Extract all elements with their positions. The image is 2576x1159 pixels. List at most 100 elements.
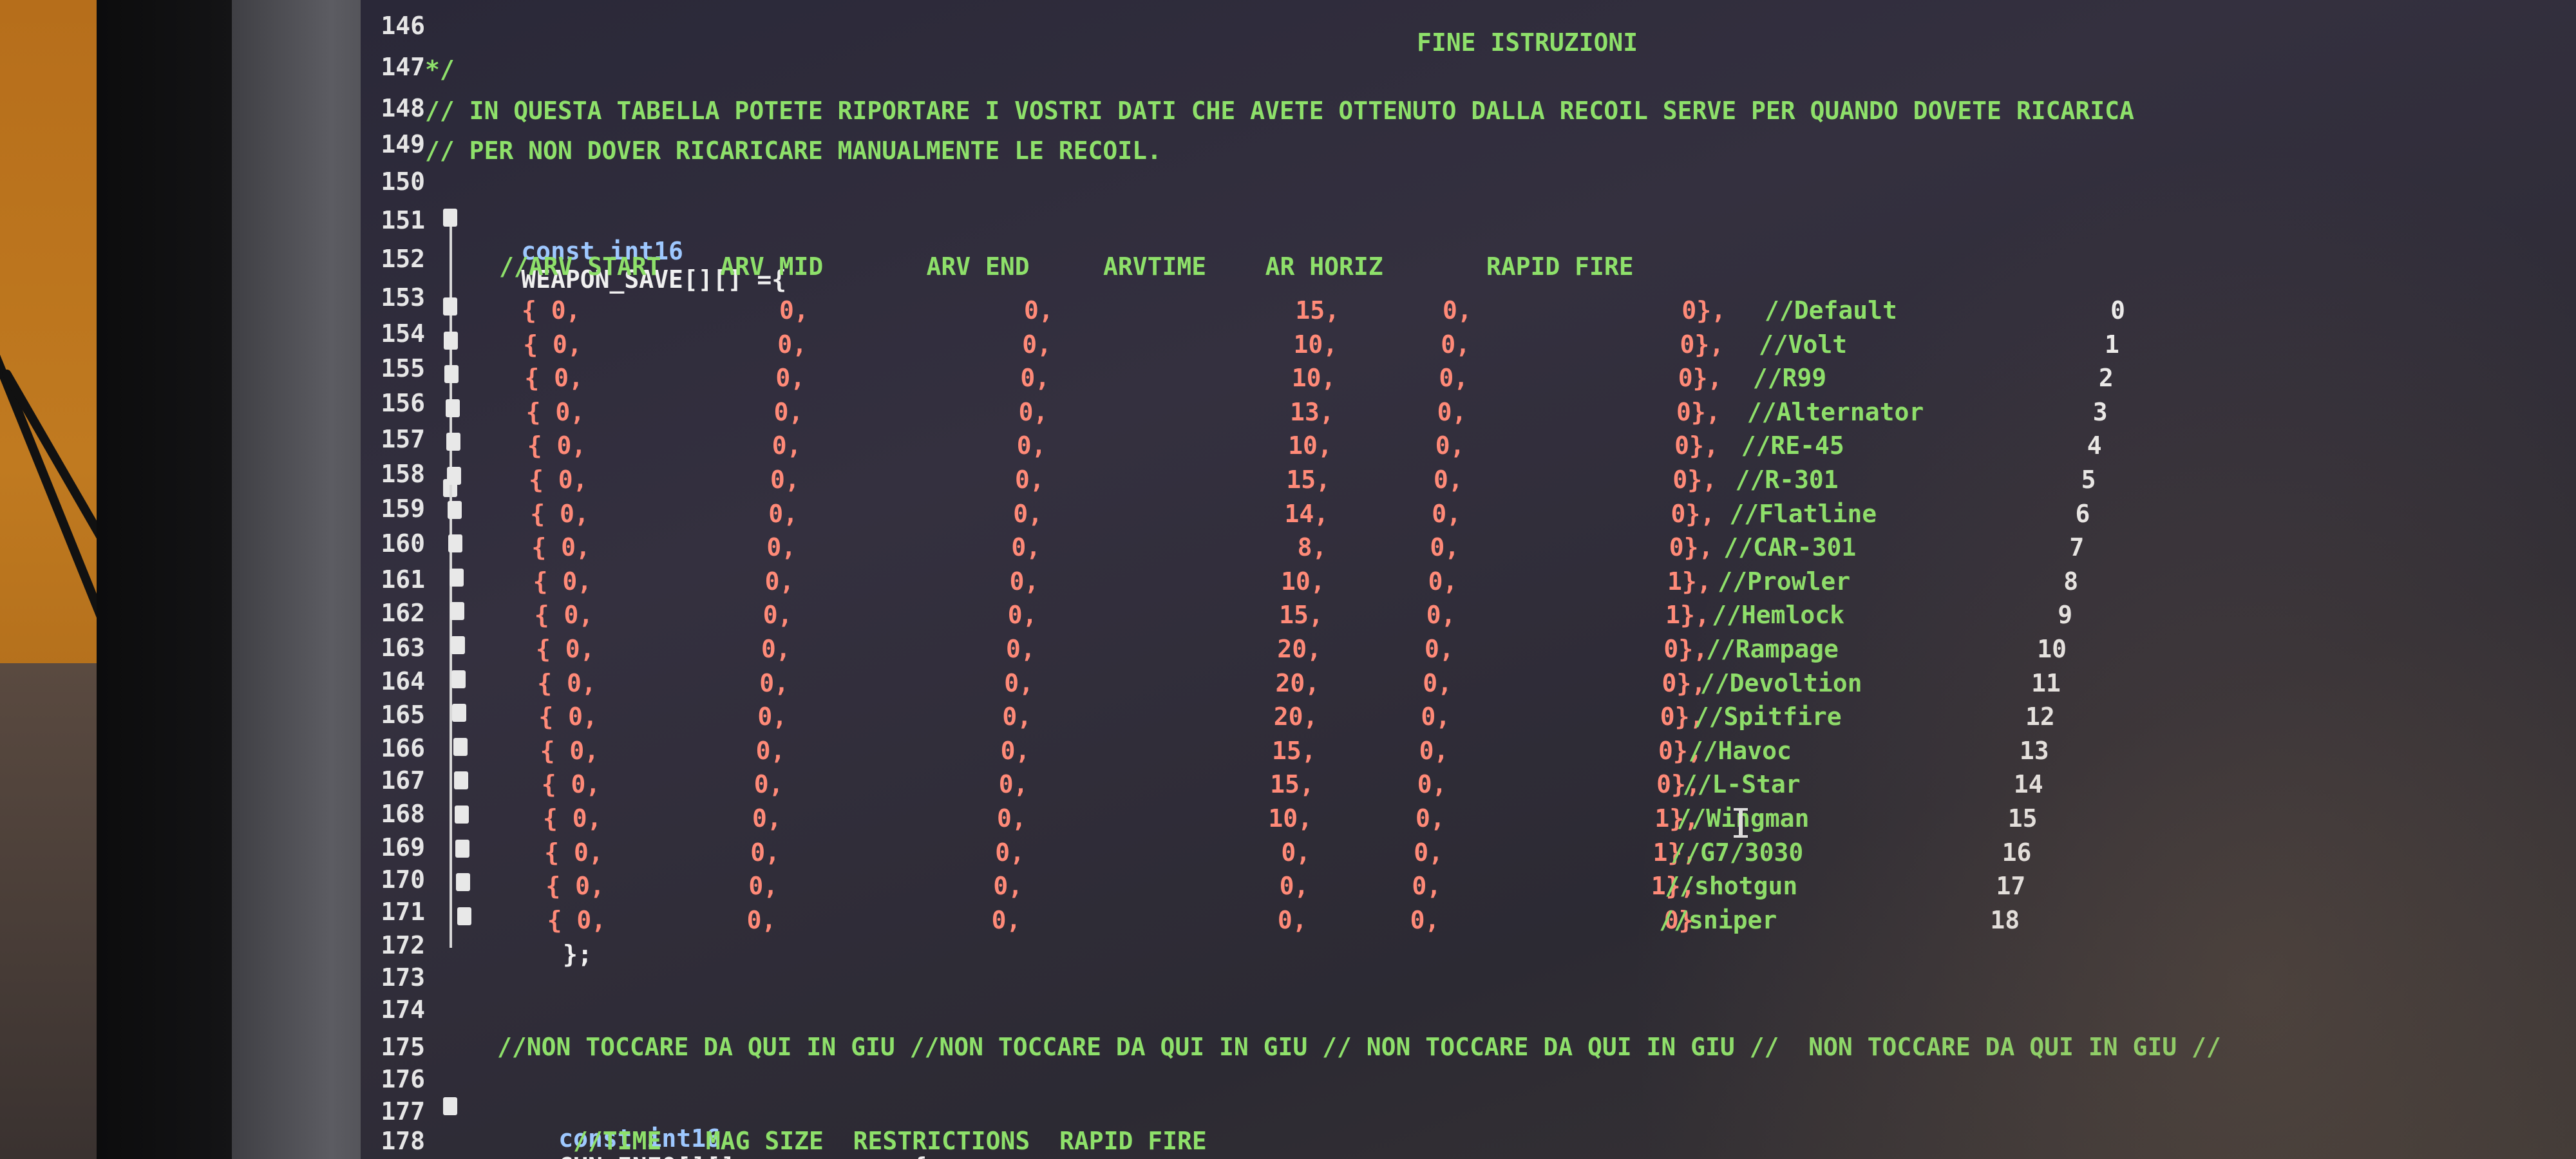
fold-toggle-icon[interactable]	[453, 737, 468, 756]
fold-toggle-icon[interactable]	[455, 806, 469, 824]
weapon-row-comment: //G7/3030	[1671, 838, 1804, 867]
fold-toggle-icon[interactable]	[451, 636, 465, 654]
weapon-row-c3: 0,	[1016, 431, 1046, 460]
weapon-row-c1: { 0,	[538, 702, 598, 731]
weapon-row-c2: 0,	[772, 431, 802, 460]
weapon-row-c4: 0,	[1277, 905, 1307, 934]
fold-toggle-icon[interactable]	[451, 670, 466, 688]
weapon-row-c5: 0,	[1417, 770, 1447, 799]
weapon-row-c2: 0,	[768, 499, 798, 528]
fold-toggle-icon[interactable]	[445, 399, 460, 417]
weapon-row-c4: 10,	[1280, 567, 1325, 596]
weapon-row-c5: 0,	[1437, 397, 1467, 426]
weapon-row-c2: 0,	[753, 770, 784, 799]
weapon-row-comment: //sniper	[1659, 905, 1777, 934]
weapon-row-comment: //Hemlock	[1712, 601, 1844, 630]
weapon-row-idx: 15	[2007, 804, 2038, 833]
fold-toggle-icon[interactable]	[447, 467, 461, 485]
fold-toggle-icon[interactable]	[456, 873, 471, 892]
weapon-row-comment: //Default	[1765, 296, 1897, 325]
weapon-row-c5: 0,	[1423, 668, 1452, 697]
fold-toggle-icon[interactable]	[452, 704, 467, 722]
weapon-row-c4: 20,	[1277, 635, 1321, 663]
weapon-row-c1: { 0,	[524, 364, 583, 393]
fold-toggle-icon[interactable]	[457, 907, 471, 925]
weapon-row-c1: { 0,	[544, 838, 603, 867]
weapon-row-idx: 11	[2031, 668, 2061, 697]
fold-toggle-icon[interactable]	[455, 839, 470, 858]
weapon-row-c5: 0,	[1425, 635, 1454, 663]
weapon-row-c3: 0,	[1009, 567, 1039, 596]
weapon-row-comment: //Spitfire	[1694, 702, 1842, 731]
code-line-146: FINE ISTRUZIONI	[1417, 28, 1638, 57]
code-line-172: };	[563, 940, 592, 968]
weapon-row-comment: //Havoc	[1688, 736, 1792, 765]
fold-toggle-icon[interactable]	[450, 602, 464, 621]
weapon-row-c3: 0,	[1004, 668, 1034, 697]
weapon-row-c3: 0,	[1006, 635, 1036, 663]
weapon-row-c6: 0},	[1672, 466, 1717, 494]
weapon-row-c3: 0,	[1000, 736, 1030, 765]
weapon-row-c3: 0,	[1013, 499, 1043, 528]
weapon-row-idx: 2	[2098, 364, 2114, 393]
weapon-row-comment: //Volt	[1758, 330, 1848, 359]
weapon-row-c4: 14,	[1284, 499, 1329, 528]
weapon-row-c1: { 0,	[522, 296, 581, 325]
fold-toggle-icon[interactable]	[449, 568, 464, 587]
weapon-row-comment: //Alternator	[1747, 397, 1924, 426]
weapon-row-comment: //Prowler	[1718, 567, 1851, 596]
weapon-row-c2: 0,	[752, 804, 782, 833]
weapon-row-comment: //Devoltion	[1700, 668, 1862, 697]
weapon-row-c4: 10,	[1288, 431, 1332, 460]
fold-toggle-icon[interactable]	[444, 365, 459, 384]
weapon-row-c1: { 0,	[543, 804, 602, 833]
weapon-row-comment: //R99	[1752, 364, 1827, 393]
weapon-row-c4: 0,	[1279, 872, 1309, 901]
code-area[interactable]: FINE ISTRUZIONI */ // IN QUESTA TABELLA …	[361, 0, 2576, 1159]
weapon-row-comment: //R-301	[1735, 466, 1839, 494]
weapon-row-c5: 0,	[1412, 872, 1442, 901]
weapon-row-c2: 0,	[761, 635, 791, 663]
weapon-row-comment: //shotgun	[1665, 872, 1798, 901]
weapon-row-idx: 13	[2019, 736, 2049, 765]
weapon-row-c5: 0,	[1441, 330, 1470, 359]
weapon-row-c5: 0,	[1443, 296, 1472, 325]
weapon-row-c2: 0,	[777, 330, 807, 359]
code-line-148: // IN QUESTA TABELLA POTETE RIPORTARE I …	[425, 97, 2134, 125]
weapon-row-comment: //RE-45	[1741, 431, 1844, 460]
code-line-178: //TIME MAG SIZE RESTRICTIONS RAPID FIRE	[573, 1127, 1207, 1155]
weapon-row-c3: 0,	[998, 770, 1028, 799]
weapon-row-idx: 6	[2075, 499, 2090, 528]
weapon-row-c1: { 0,	[537, 668, 596, 697]
weapon-row-idx: 10	[2037, 635, 2067, 663]
code-editor[interactable]: 146 147 148 149 150 151 152 153 154 155 156 157 158 1…	[361, 0, 2576, 1159]
weapon-row-c5: 0,	[1428, 567, 1458, 596]
fold-toggle-icon[interactable]	[453, 771, 468, 790]
weapon-row-c1: { 0,	[529, 466, 588, 494]
weapon-row-c2: 0,	[770, 466, 800, 494]
weapon-row-c6: 0},	[1680, 330, 1725, 359]
weapon-row-c2: 0,	[750, 838, 780, 867]
code-line-147: */	[425, 55, 455, 84]
text-cursor-icon	[1734, 808, 1748, 838]
fold-toggle-icon[interactable]	[448, 534, 463, 553]
weapon-row-comment: //Rampage	[1706, 635, 1839, 663]
code-line-149: // PER NON DOVER RICARICARE MANUALMENTE …	[425, 137, 1162, 165]
weapon-row-c4: 20,	[1273, 702, 1318, 731]
weapon-row-idx: 7	[2069, 533, 2085, 562]
weapon-row-c2: 0,	[775, 364, 806, 393]
weapon-row-idx: 14	[2013, 770, 2043, 799]
fold-toggle-icon[interactable]	[448, 500, 462, 519]
fold-toggle-icon[interactable]	[446, 433, 460, 451]
weapon-row-comment: //Flatline	[1729, 499, 1877, 528]
weapon-row-c2: 0,	[766, 533, 797, 562]
weapon-row-c2: 0,	[762, 601, 793, 630]
weapon-row-c1: { 0,	[531, 533, 591, 562]
weapon-row-c3: 0,	[1024, 296, 1054, 325]
weapon-row-c2: 0,	[746, 905, 777, 934]
weapon-row-c6: 0},	[1671, 499, 1716, 528]
weapon-row-c1: { 0,	[540, 736, 600, 765]
weapon-row-c1: { 0,	[547, 905, 607, 934]
fold-toggle-icon[interactable]	[443, 297, 457, 316]
fold-toggle-icon[interactable]	[444, 331, 459, 350]
